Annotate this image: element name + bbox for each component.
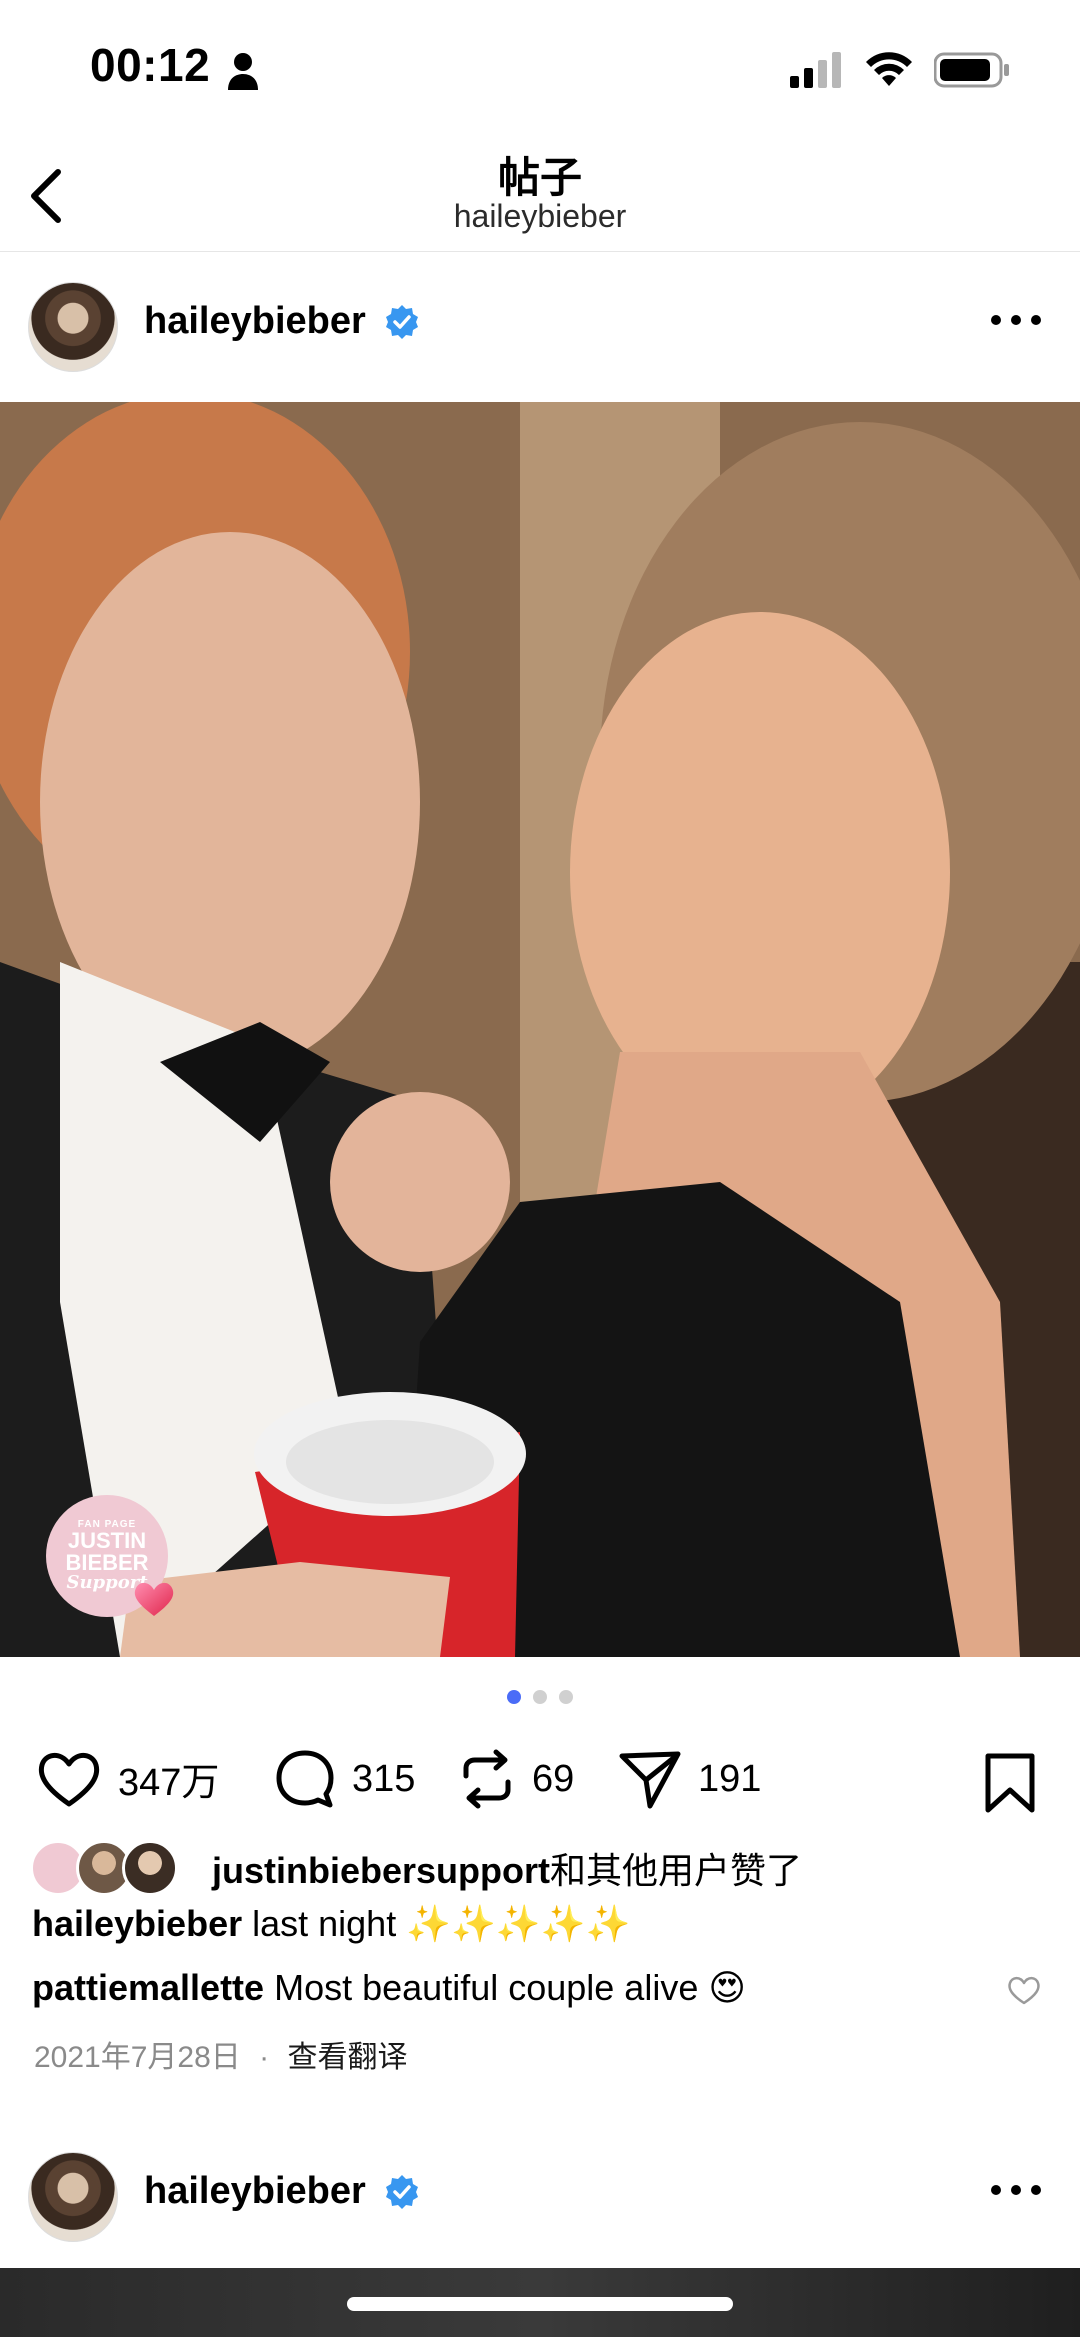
wifi-icon [866, 52, 912, 86]
carousel-dot [559, 1690, 573, 1704]
send-icon [619, 1751, 681, 1809]
repost-count: 69 [532, 1757, 575, 1800]
badge-line3: BIEBER [65, 1550, 149, 1575]
page-title: 帖子 [497, 154, 582, 201]
home-indicator[interactable] [347, 2297, 733, 2311]
share-count: 191 [698, 1757, 762, 1800]
heart-icon [38, 1753, 100, 1807]
like-count: 347万 [118, 1761, 220, 1804]
carousel-dot [533, 1690, 547, 1704]
action-bar: 347万 315 69 191 [0, 1740, 1080, 1820]
post-date-row: 2021年7月28日 · 查看翻译 [34, 2032, 407, 2076]
bookmark-icon[interactable] [984, 1752, 1036, 1814]
liked-by-suffix: 和其他用户赞了 [550, 1850, 803, 1891]
post-date: 2021年7月28日 [34, 2041, 241, 2074]
avatar [122, 1840, 178, 1896]
next-post-username[interactable]: haileybieber [144, 2170, 366, 2213]
comment-heart-icon[interactable] [1006, 1974, 1042, 2006]
liked-by-row[interactable]: justinbiebersupport和其他用户赞了 [30, 1840, 802, 1896]
carousel-dot-active [507, 1690, 521, 1704]
next-post-header: haileybieber [0, 2134, 1080, 2254]
more-options-icon[interactable] [988, 310, 1044, 330]
person-icon [228, 53, 258, 90]
battery-icon [934, 52, 1009, 88]
comment-count: 315 [352, 1757, 416, 1800]
verified-badge-icon [386, 2175, 418, 2209]
status-time: 00:12 [90, 39, 211, 91]
caption-text: last night ✨✨✨✨✨ [252, 1903, 631, 1944]
verified-badge-icon [386, 305, 418, 339]
post-photo[interactable]: FAN PAGE JUSTIN BIEBER Support [0, 402, 1080, 1657]
repost-button[interactable]: 69 [458, 1748, 574, 1810]
top-comment[interactable]: pattiemallette Most beautiful couple ali… [32, 1966, 1012, 2009]
heart-sticker-icon [134, 1582, 174, 1616]
like-button[interactable]: 347万 [36, 1748, 219, 1808]
post-username[interactable]: haileybieber [144, 300, 366, 343]
post-header: haileybieber [0, 264, 1080, 384]
repost-icon [463, 1749, 511, 1809]
top-nav: 帖子 haileybieber [0, 140, 1080, 252]
comment-text: Most beautiful couple alive 😍 [274, 1967, 746, 2008]
avatar[interactable] [28, 2152, 118, 2242]
more-options-icon[interactable] [988, 2180, 1044, 2200]
comment-username[interactable]: pattiemallette [32, 1967, 264, 2008]
cellular-signal-icon [790, 52, 841, 88]
avatar[interactable] [28, 282, 118, 372]
date-separator: · [259, 2041, 270, 2074]
carousel-indicator [0, 1690, 1080, 1704]
photo-illustration [0, 402, 1080, 1657]
status-bar: 00:12 [0, 0, 1080, 140]
post-caption: haileybieber last night ✨✨✨✨✨ [32, 1902, 630, 1945]
page-subtitle: haileybieber [453, 198, 627, 234]
liked-by-text: justinbiebersupport和其他用户赞了 [212, 1842, 802, 1894]
share-button[interactable]: 191 [618, 1748, 761, 1810]
liked-by-avatars [30, 1840, 180, 1896]
status-right [790, 52, 1010, 88]
comment-icon [276, 1750, 334, 1808]
caption-username[interactable]: haileybieber [32, 1903, 242, 1944]
liked-by-username[interactable]: justinbiebersupport [212, 1850, 550, 1891]
comment-button[interactable]: 315 [274, 1748, 415, 1810]
badge-line2: JUSTIN [67, 1528, 147, 1553]
see-translation-link[interactable]: 查看翻译 [287, 2041, 407, 2074]
